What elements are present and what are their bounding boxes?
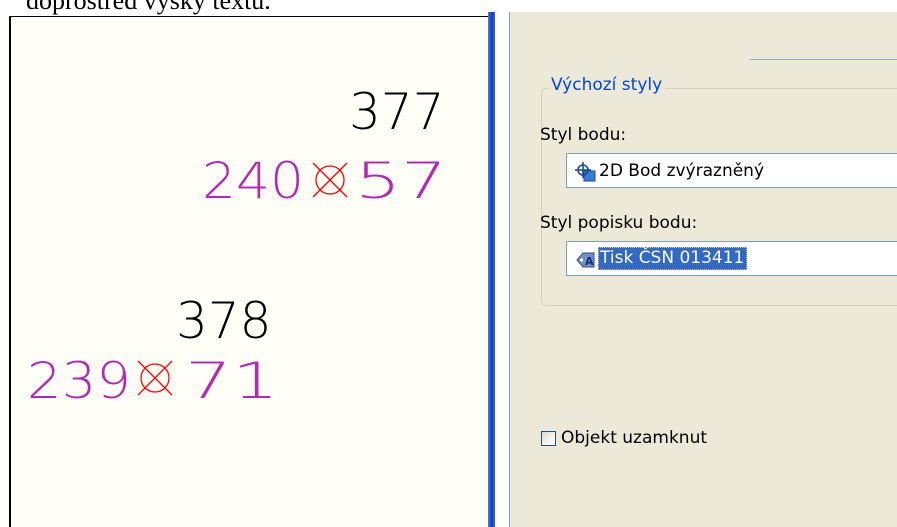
- lock-object-label: Objekt uzamknut: [561, 428, 707, 448]
- separator-line: [750, 59, 897, 60]
- lock-object-checkbox[interactable]: [541, 431, 556, 446]
- splitter-gap: [495, 12, 510, 527]
- point-left-value: 240: [202, 152, 304, 210]
- svg-text:A: A: [585, 255, 594, 268]
- group-title: Výchozí styly: [548, 75, 665, 95]
- point-left-value: 239: [27, 352, 131, 410]
- document-caption: doprostřed výšky textu.: [26, 0, 271, 16]
- survey-point-377[interactable]: 377 240 57: [202, 83, 447, 210]
- point-marker-icon: [313, 163, 347, 197]
- point-style-icon: [575, 162, 597, 182]
- label-style-value: Tisk ČSN 013411: [598, 247, 747, 270]
- point-style-label: Styl bodu:: [540, 125, 626, 145]
- survey-point-378[interactable]: 378 239 71: [27, 292, 279, 410]
- label-style-label: Styl popisku bodu:: [540, 213, 697, 233]
- properties-dialog: Výchozí styly Styl bodu: 2D Bod zvýrazně…: [510, 12, 897, 527]
- cad-drawing: 377 240 57 378 239 71: [11, 17, 490, 527]
- point-marker-icon: [138, 361, 172, 395]
- point-number: 377: [349, 83, 444, 141]
- point-style-value: 2D Bod zvýrazněný: [599, 161, 764, 181]
- cad-viewport[interactable]: 377 240 57 378 239 71: [9, 16, 490, 527]
- point-right-value: 57: [355, 152, 447, 210]
- label-style-combo[interactable]: A Tisk ČSN 013411: [566, 241, 897, 276]
- label-style-icon: A: [575, 250, 597, 270]
- lock-object-row[interactable]: Objekt uzamknut: [541, 428, 707, 448]
- point-right-value: 71: [185, 352, 279, 410]
- point-style-combo[interactable]: 2D Bod zvýrazněný: [566, 153, 897, 188]
- point-number: 378: [176, 292, 271, 350]
- panel-splitter[interactable]: [488, 12, 495, 527]
